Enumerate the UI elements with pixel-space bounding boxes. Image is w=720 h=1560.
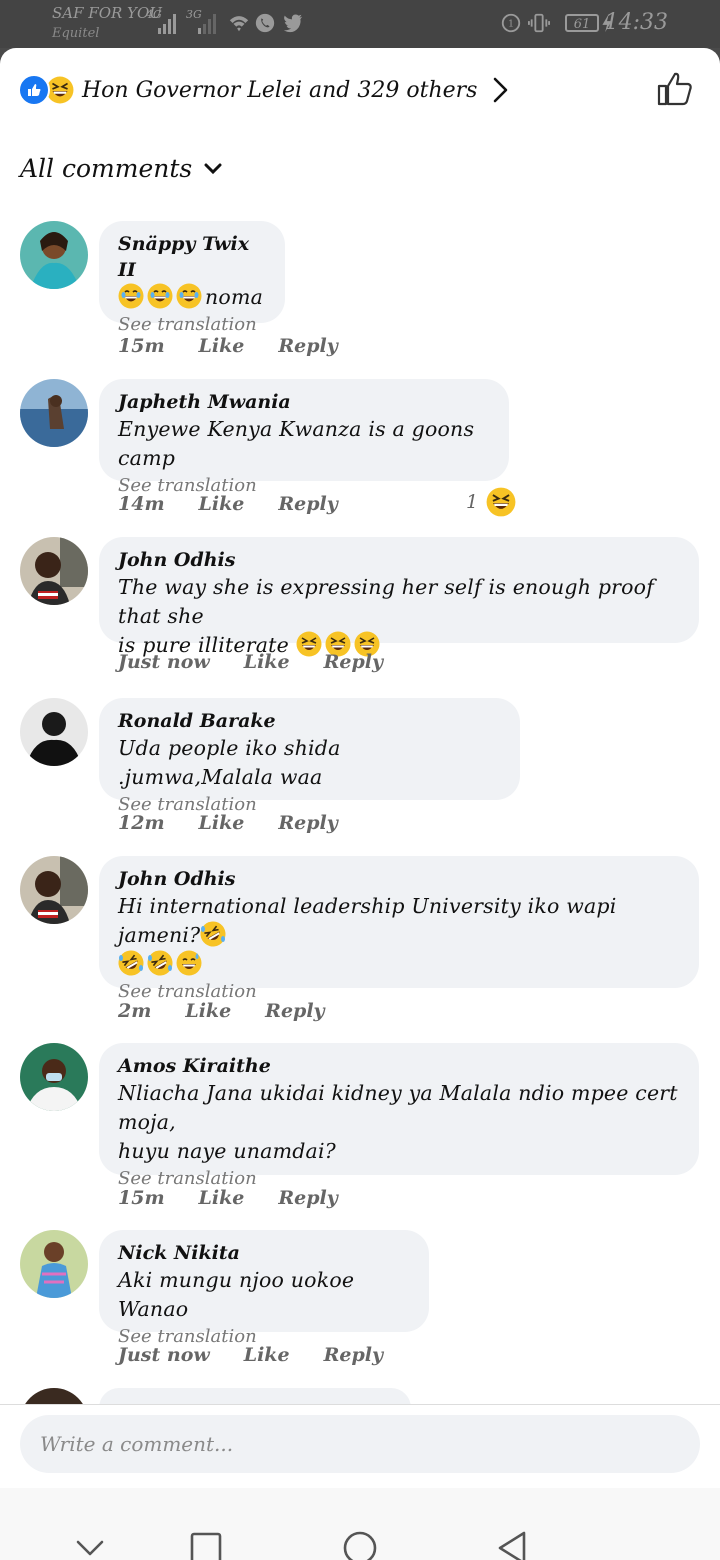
vibrate-icon — [528, 13, 550, 33]
comments-filter-label: All comments — [20, 154, 193, 183]
like-button[interactable]: Like — [185, 1000, 231, 1022]
reply-button[interactable]: Reply — [278, 812, 337, 834]
twitter-icon — [283, 14, 303, 33]
svg-text:1: 1 — [508, 19, 514, 30]
comment-text-line-2: huyu naye unamdai? — [118, 1139, 336, 1163]
comment-author[interactable]: Japheth Mwania — [118, 389, 490, 415]
like-post-button[interactable] — [656, 70, 694, 108]
clock: 14:33 — [604, 10, 668, 35]
reply-button[interactable]: Reply — [278, 493, 337, 515]
grinning-sweat-emoji-icon — [118, 283, 144, 309]
signal-icon — [158, 12, 176, 34]
carrier-secondary: Equitel — [52, 26, 100, 41]
reply-button[interactable]: Reply — [278, 1187, 337, 1209]
wifi-icon — [229, 16, 249, 32]
back-icon[interactable] — [494, 1528, 534, 1560]
like-button[interactable]: Like — [199, 812, 245, 834]
rolling-laughing-emoji-icon — [200, 921, 227, 947]
comment-author[interactable]: Ronald Barake — [118, 708, 501, 734]
battery-indicator: 61 — [565, 14, 599, 32]
like-button[interactable]: Like — [244, 651, 290, 673]
avatar[interactable] — [20, 379, 88, 447]
comment-time: 2m — [118, 1000, 152, 1022]
chevron-down-icon — [204, 163, 222, 174]
comment-bubble[interactable]: Amos Kiraithe Nliacha Jana ukidai kidney… — [99, 1043, 699, 1189]
comment-composer: Write a comment... — [0, 1404, 720, 1489]
avatar[interactable] — [20, 698, 88, 766]
comment-author[interactable]: Snäppy Twix II — [118, 231, 266, 283]
comment-time: Just now — [118, 651, 210, 673]
comments-sheet: Hon Governor Lelei and 329 others All co… — [0, 48, 720, 1560]
comment-bubble[interactable]: Nick Nikita Aki mungu njoo uokoe Wanao S… — [99, 1230, 429, 1347]
signal-icon-2 — [198, 12, 216, 34]
reply-button[interactable]: Reply — [324, 1344, 383, 1366]
reaction-count: 1 — [466, 491, 479, 513]
like-button[interactable]: Like — [244, 1344, 290, 1366]
comments-filter-dropdown[interactable]: All comments — [20, 154, 222, 183]
reply-button[interactable]: Reply — [278, 335, 337, 357]
comment-author[interactable]: Nick Nikita — [118, 1240, 410, 1266]
chevron-right-icon — [494, 77, 508, 103]
status-bar: SAF FOR YOU Equitel 4G 3G 1 61 14:33 — [0, 0, 720, 48]
like-button[interactable]: Like — [199, 335, 245, 357]
comment-text-line-1: The way she is expressing her self is en… — [118, 575, 655, 628]
comment-bubble[interactable]: John Odhis The way she is expressing her… — [99, 537, 699, 657]
reply-button[interactable]: Reply — [265, 1000, 324, 1022]
like-button[interactable]: Like — [199, 1187, 245, 1209]
comment-time: Just now — [118, 1344, 210, 1366]
grinning-sweat-emoji-icon — [176, 283, 202, 309]
hide-keyboard-icon[interactable] — [70, 1528, 110, 1560]
avatar[interactable] — [20, 856, 88, 924]
comment-bubble[interactable]: Snäppy Twix II noma See translation — [99, 221, 285, 335]
whatsapp-icon — [255, 13, 275, 33]
comment-text: Hi international leadership University i… — [118, 894, 617, 947]
comment-author[interactable]: Amos Kiraithe — [118, 1053, 680, 1079]
comment-bubble[interactable]: Ronald Barake Uda people iko shida .jumw… — [99, 698, 520, 815]
reply-button[interactable]: Reply — [324, 651, 383, 673]
comment-time: 14m — [118, 493, 165, 515]
recents-icon[interactable] — [186, 1528, 226, 1560]
like-button[interactable]: Like — [199, 493, 245, 515]
reactions-text: Hon Governor Lelei and 329 others — [82, 77, 478, 103]
avatar[interactable] — [20, 221, 88, 289]
data-saver-icon: 1 — [501, 13, 521, 33]
comment-text: noma — [205, 285, 264, 309]
comment-text: Aki mungu njoo uokoe Wanao — [118, 1268, 355, 1321]
avatar[interactable] — [20, 537, 88, 605]
comment-bubble[interactable]: John Odhis Hi international leadership U… — [99, 856, 699, 1002]
write-comment-input[interactable]: Write a comment... — [20, 1415, 700, 1473]
comment-text-line-1: Nliacha Jana ukidai kidney ya Malala ndi… — [118, 1081, 678, 1134]
comment-bubble[interactable]: Japheth Mwania Enyewe Kenya Kwanza is a … — [99, 379, 509, 496]
comment-author[interactable]: John Odhis — [118, 866, 680, 892]
comment-time: 15m — [118, 1187, 165, 1209]
comment-author[interactable]: John Odhis — [118, 547, 680, 573]
laugh-reaction-icon — [486, 487, 517, 517]
system-navigation-bar — [0, 1488, 720, 1560]
comment-text: Enyewe Kenya Kwanza is a goons camp — [118, 417, 475, 470]
like-reaction-icon — [18, 74, 50, 106]
home-icon[interactable] — [340, 1528, 380, 1560]
grinning-sweat-emoji-icon — [147, 283, 173, 309]
avatar[interactable] — [20, 1043, 88, 1111]
avatar[interactable] — [20, 1230, 88, 1298]
rolling-laughing-emoji-icon — [118, 950, 144, 976]
sweat-smile-emoji-icon — [176, 950, 202, 976]
comment-time: 15m — [118, 335, 165, 357]
comment-reactions[interactable]: 1 — [466, 487, 517, 517]
rolling-laughing-emoji-icon — [147, 950, 173, 976]
laugh-reaction-icon — [46, 76, 74, 104]
comment-text: Uda people iko shida .jumwa,Malala waa — [118, 736, 341, 789]
comment-time: 12m — [118, 812, 165, 834]
reactions-summary[interactable]: Hon Governor Lelei and 329 others — [18, 72, 509, 108]
